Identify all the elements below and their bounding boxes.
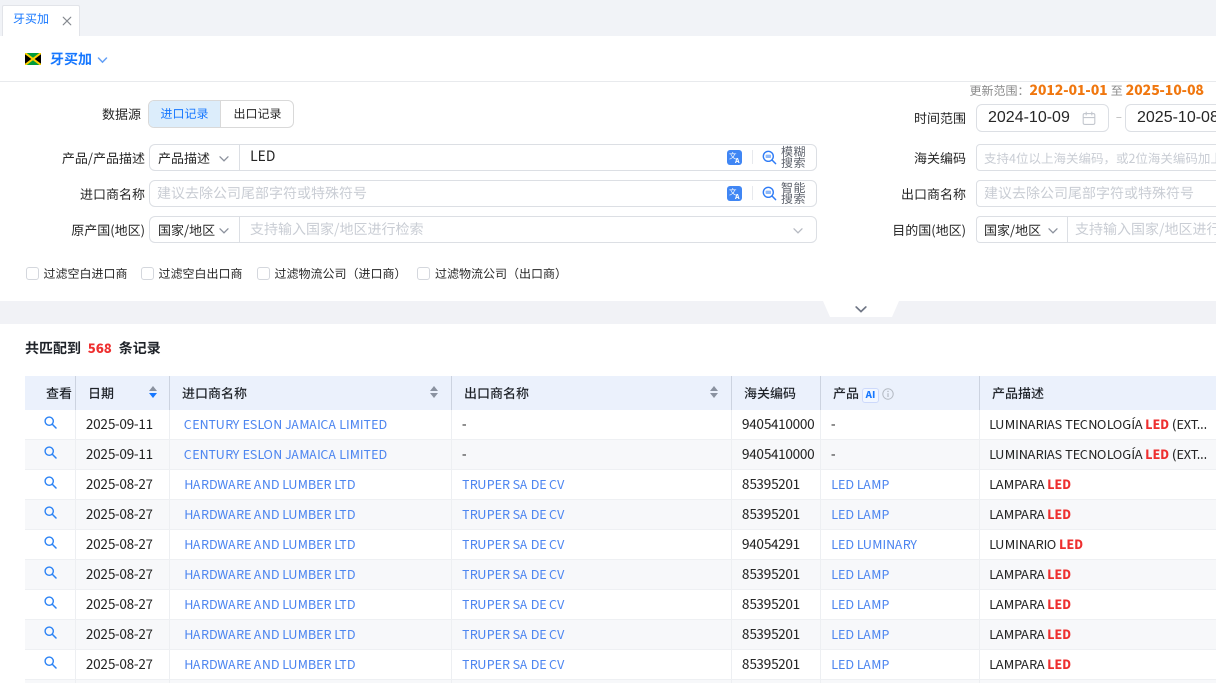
svg-text:A: A bbox=[734, 155, 740, 165]
svg-text:A: A bbox=[734, 191, 740, 201]
